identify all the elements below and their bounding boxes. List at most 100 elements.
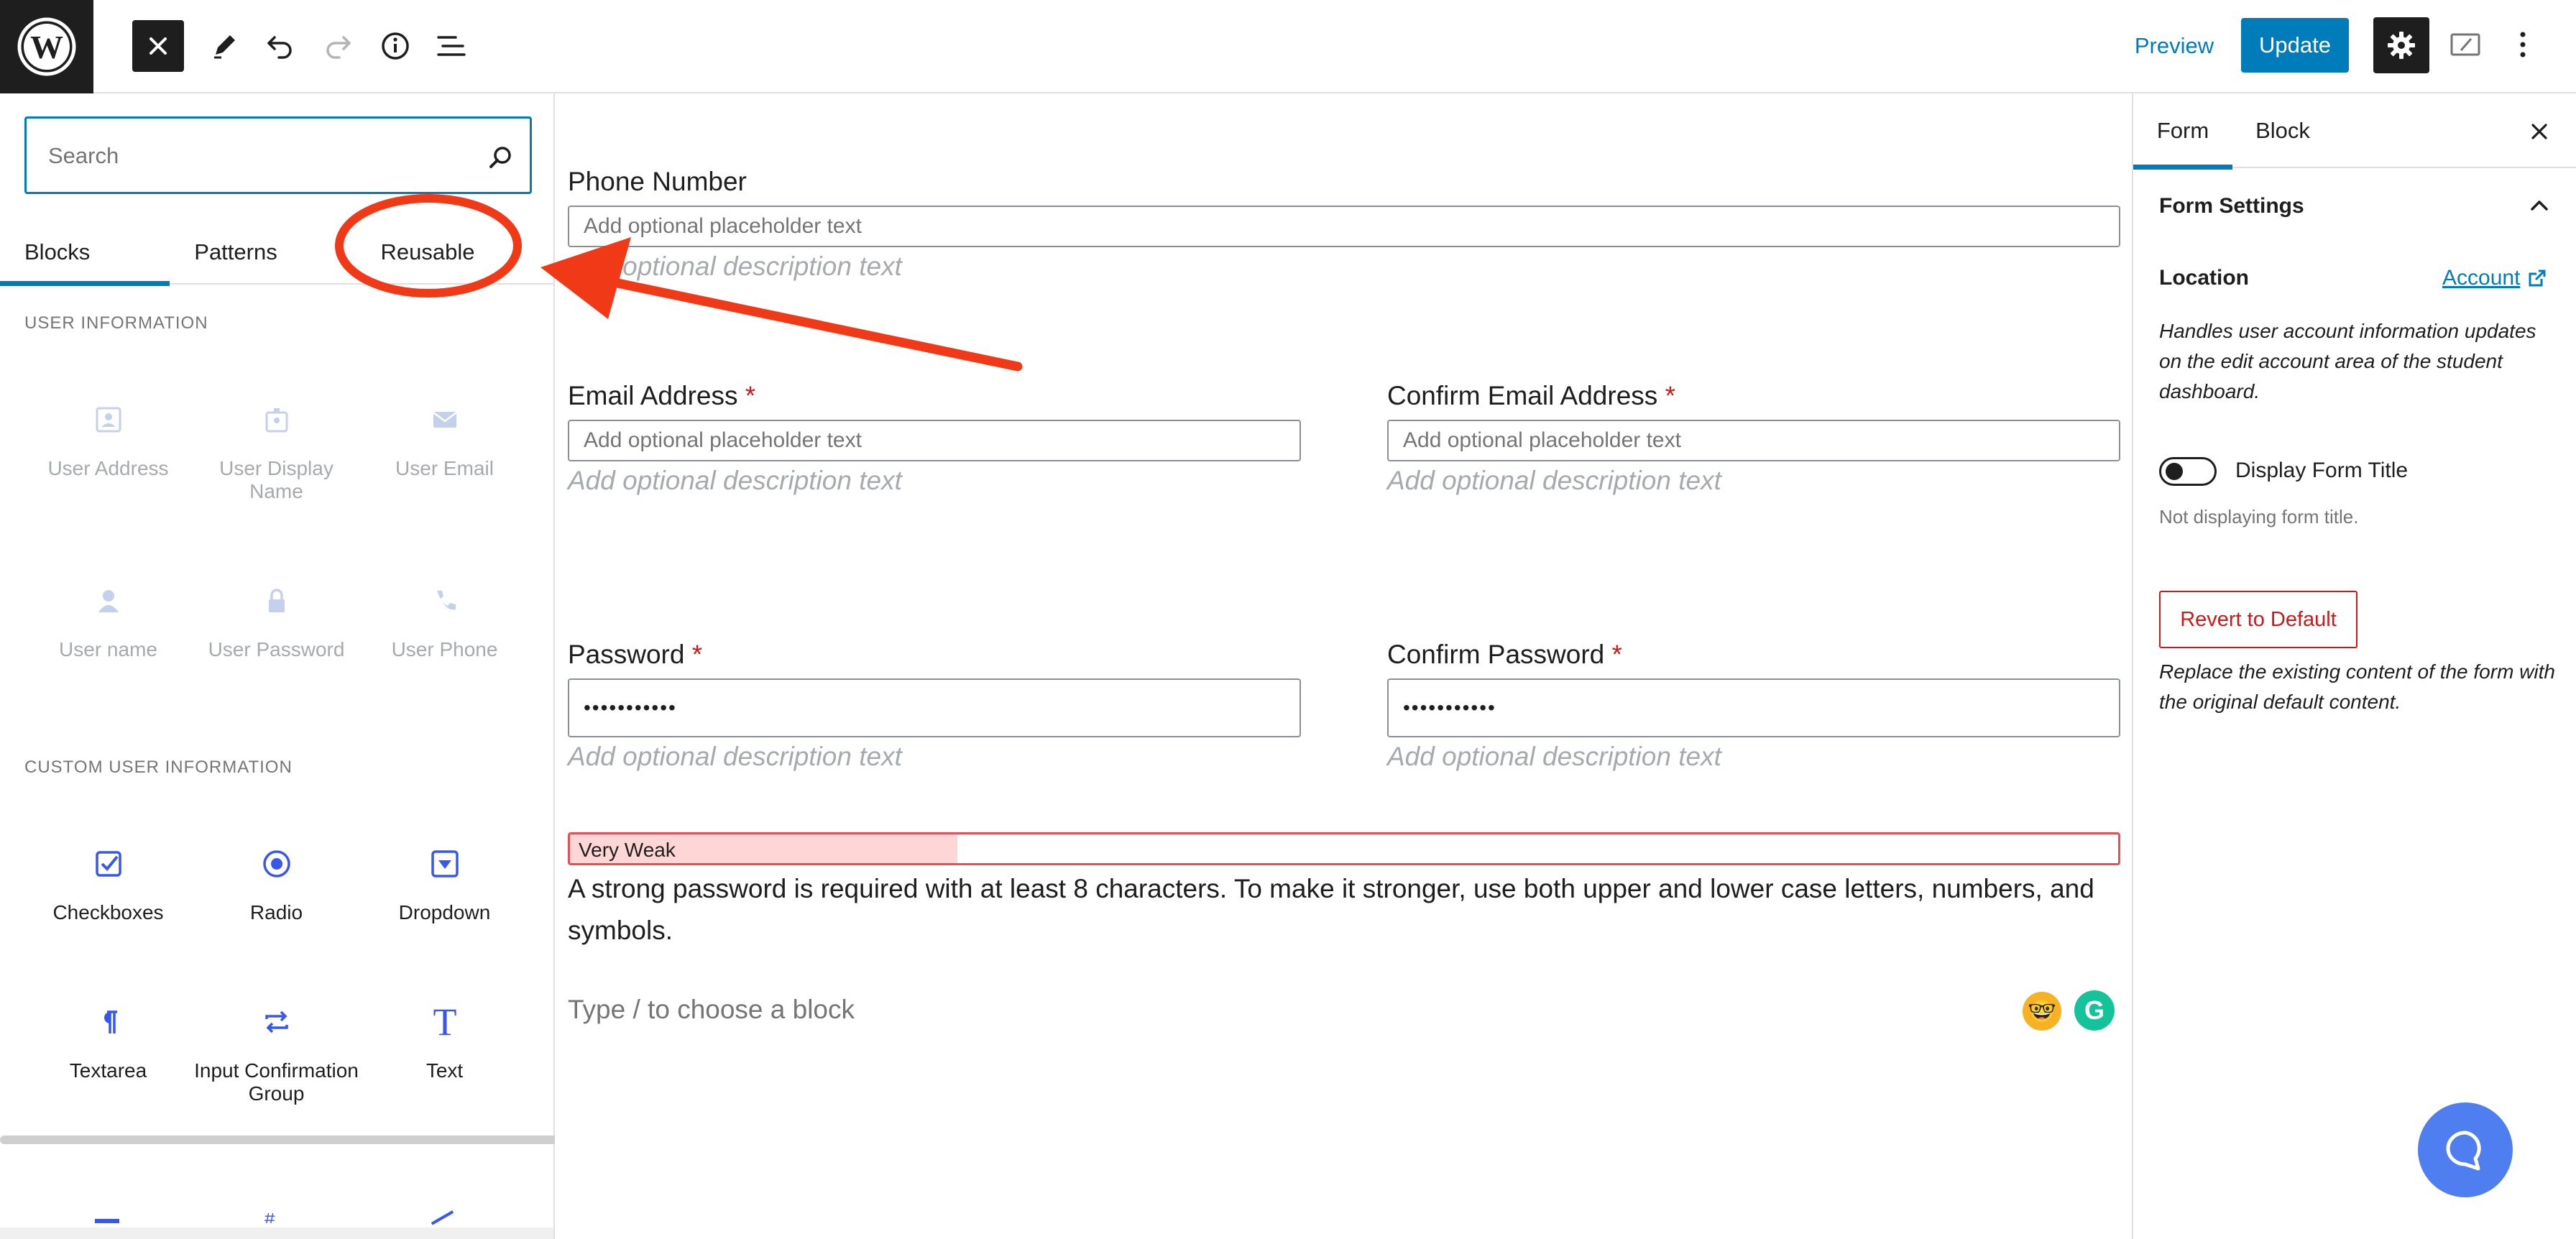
label-text: Password [568,640,685,669]
block-user-phone[interactable]: User Phone [361,579,528,661]
confirm-email-description[interactable]: Add optional description text [1387,466,1721,496]
phone-number-input[interactable]: Add optional placeholder text [568,206,2120,247]
partial-block-icon [95,1219,119,1223]
envelope-icon [432,412,457,428]
tab-patterns[interactable]: Patterns [170,220,302,285]
section-title-user-information: USER INFORMATION [24,313,208,333]
block-text[interactable]: T Text [361,1000,528,1082]
display-form-title-toggle[interactable] [2159,457,2217,486]
plugin-sidebar-button[interactable] [2439,19,2491,70]
nerd-face-emoji-icon[interactable]: 🤓 [2023,992,2061,1031]
inserter-search-input[interactable] [48,140,451,172]
toggle-knob [2166,463,2183,480]
details-button[interactable] [369,20,421,72]
update-button[interactable]: Update [2241,18,2349,73]
confirm-password-label[interactable]: Confirm Password * [1387,640,1622,670]
block-checkboxes[interactable]: Checkboxes [24,842,192,924]
edit-panel-icon [2450,33,2480,56]
display-form-title-label[interactable]: Display Form Title [2235,459,2408,483]
close-icon [150,37,167,55]
settings-sidebar: Form Block Form Settings Location Accoun… [2132,93,2576,1239]
password-hint-text[interactable]: A strong password is required with at le… [568,868,2113,952]
block-user-password[interactable]: User Password [193,579,360,661]
location-account-link[interactable]: Account [2442,266,2547,290]
revert-note: Replace the existing content of the form… [2159,660,2555,713]
horizontal-scrollbar[interactable] [0,1228,553,1239]
list-view-icon [437,36,466,56]
search-icon [489,147,511,168]
confirm-email-label[interactable]: Confirm Email Address * [1387,381,1675,411]
required-indicator: * [691,640,703,669]
email-address-input[interactable]: Add optional placeholder text [568,420,1301,461]
phone-number-description[interactable]: Add optional description text [568,252,902,282]
block-label: Checkboxes [52,901,164,924]
help-chat-button[interactable] [2418,1102,2513,1197]
block-user-display-name[interactable]: User Display Name [193,398,360,503]
block-user-address[interactable]: User Address [24,398,192,480]
external-link-icon [2529,270,2546,287]
phone-number-label[interactable]: Phone Number [568,167,747,197]
block-dropdown[interactable]: Dropdown [361,842,528,924]
close-inserter-button[interactable] [132,20,184,72]
label-text: Email Address [568,381,738,410]
block-label: Text [426,1059,464,1082]
address-card-icon [96,407,121,433]
block-user-email[interactable]: User Email [361,398,528,480]
password-label[interactable]: Password * [568,640,702,670]
text-icon: T [433,1005,456,1039]
revert-to-default-button[interactable]: Revert to Default [2159,591,2358,648]
more-vertical-icon [2520,32,2526,57]
chevron-up-icon [2531,201,2548,211]
location-label: Location [2159,266,2249,290]
password-description[interactable]: Add optional description text [568,742,902,772]
default-block-appender[interactable]: Type / to choose a block [568,995,855,1025]
list-view-button[interactable] [426,20,477,72]
tools-button[interactable] [198,20,250,72]
editor-top-toolbar: W Preview Update [0,0,2576,93]
block-radio[interactable]: Radio [193,842,360,924]
grammarly-icon[interactable]: G [2074,990,2115,1031]
redo-button[interactable] [312,20,364,72]
block-input-confirmation-group[interactable]: Input Confirmation Group [193,1000,360,1105]
partial-block-icon [431,1210,456,1229]
preview-button[interactable]: Preview [2120,20,2228,72]
email-address-label[interactable]: Email Address * [568,381,755,411]
inserter-search-box[interactable] [24,116,532,194]
wordpress-icon: W [17,17,76,76]
tab-reusable[interactable]: Reusable [338,220,518,285]
display-form-title-help: Not displaying form title. [2159,506,2359,528]
gear-icon [2388,32,2415,59]
info-icon [382,32,409,60]
email-address-description[interactable]: Add optional description text [568,466,902,496]
block-textarea[interactable]: Textarea [24,1000,192,1082]
block-label: Textarea [69,1059,147,1082]
password-input[interactable]: ••••••••••• [568,678,1301,737]
section-title-custom-user-information: CUSTOM USER INFORMATION [24,757,293,777]
lock-icon [268,589,285,612]
dropdown-icon [431,850,459,878]
tab-block[interactable]: Block [2232,93,2333,168]
editor-canvas: Phone Number Add optional placeholder te… [555,93,2133,1239]
block-label: Input Confirmation Group [194,1059,359,1105]
form-settings-panel-title[interactable]: Form Settings [2159,194,2304,218]
close-settings-button[interactable] [2521,114,2557,149]
confirm-password-description[interactable]: Add optional description text [1387,742,1721,772]
collapse-panel-button[interactable] [2521,187,2557,223]
block-label: User Display Name [219,457,334,502]
id-badge-icon [265,408,288,433]
block-label: Radio [249,901,303,924]
required-indicator: * [1611,640,1622,669]
block-user-name[interactable]: User name [24,579,192,661]
block-label: User Phone [391,638,498,660]
close-icon [2531,124,2547,139]
wordpress-logo-button[interactable]: W [0,0,93,93]
confirm-email-input[interactable]: Add optional placeholder text [1387,420,2120,461]
partial-block-icon: # [264,1213,286,1223]
options-button[interactable] [2497,19,2549,70]
tab-form[interactable]: Form [2133,93,2232,170]
confirm-password-input[interactable]: ••••••••••• [1387,678,2120,737]
tab-blocks[interactable]: Blocks [0,220,170,286]
redo-icon [326,36,351,59]
settings-button[interactable] [2373,17,2429,73]
undo-button[interactable] [254,20,306,72]
